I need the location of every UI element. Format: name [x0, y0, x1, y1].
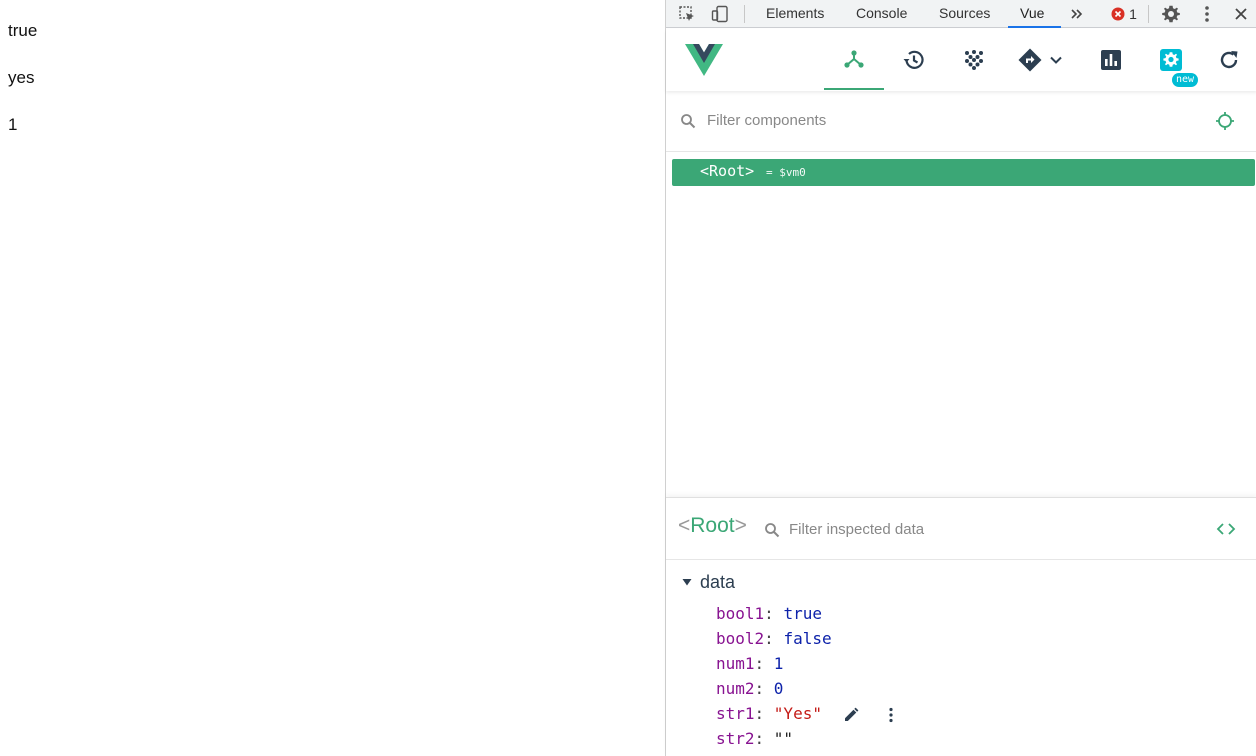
select-component-target-icon[interactable]	[1215, 111, 1235, 131]
page-line-num: 1	[8, 115, 18, 134]
search-icon	[681, 114, 696, 129]
device-toolbar-icon[interactable]	[709, 3, 731, 25]
vuex-store-icon[interactable]	[944, 29, 1004, 90]
error-counter[interactable]: 1	[1106, 3, 1142, 25]
more-actions-icon[interactable]	[882, 706, 900, 724]
router-directions-icon	[1018, 48, 1042, 71]
devtools-panel: Elements Console Sources Vue 1 new Filte…	[665, 0, 1256, 756]
settings-gear-icon[interactable]	[1160, 3, 1182, 25]
performance-chart-icon[interactable]	[1081, 29, 1141, 90]
data-section-toggle[interactable]: data	[682, 570, 735, 594]
filter-inspected-data-input[interactable]: Filter inspected data	[789, 521, 924, 538]
inspector-title: <Root>	[678, 514, 747, 537]
more-tabs-icon[interactable]	[1066, 3, 1088, 25]
components-tab-icon[interactable]	[824, 29, 884, 90]
inspect-dom-code-icon[interactable]	[1216, 521, 1236, 537]
tree-node-root[interactable]: <Root> = $vm0	[672, 159, 1255, 186]
prop-row[interactable]: num2: 0	[716, 677, 783, 701]
refresh-icon[interactable]	[1201, 29, 1256, 90]
root-vm-ref: = $vm0	[766, 166, 806, 179]
prop-row[interactable]: num1: 1	[716, 652, 783, 676]
tabbar-divider-2	[1148, 5, 1149, 23]
filter-components-input[interactable]: Filter components	[707, 112, 826, 129]
prop-row[interactable]: bool1: true	[716, 602, 822, 626]
inspect-element-icon[interactable]	[676, 3, 698, 25]
vue-logo	[674, 29, 734, 90]
kebab-menu-icon[interactable]	[1196, 3, 1218, 25]
router-dropdown[interactable]	[1006, 29, 1074, 90]
prop-row[interactable]: bool2: false	[716, 627, 832, 651]
inspector-pane: <Root> Filter inspected data data bool1:…	[666, 497, 1256, 756]
component-filter[interactable]: Filter components	[666, 98, 1256, 152]
tab-elements[interactable]: Elements	[754, 0, 836, 28]
close-devtools-icon[interactable]	[1230, 3, 1252, 25]
page-line-str: yes	[8, 68, 35, 87]
tabbar-divider	[744, 5, 745, 23]
prop-row[interactable]: str1: "Yes"	[716, 702, 900, 726]
error-icon	[1111, 7, 1125, 21]
search-icon	[765, 523, 780, 538]
page-line-bool: true	[8, 21, 38, 40]
tab-console[interactable]: Console	[844, 0, 919, 28]
chevron-down-icon	[1050, 56, 1062, 64]
page-content: true yes 1	[0, 0, 665, 756]
edit-pencil-icon[interactable]	[842, 706, 860, 724]
data-section-label: data	[700, 571, 736, 592]
error-count: 1	[1129, 6, 1137, 22]
tab-vue[interactable]: Vue	[1008, 0, 1061, 28]
devtools-tabbar: Elements Console Sources Vue 1	[666, 0, 1256, 28]
root-tag: <Root>	[700, 162, 755, 180]
new-badge: new	[1172, 73, 1199, 87]
caret-down-icon	[682, 579, 692, 586]
tab-sources[interactable]: Sources	[927, 0, 1002, 28]
inspector-header: <Root> Filter inspected data	[666, 498, 1256, 560]
timeline-history-icon[interactable]	[884, 29, 944, 90]
vue-toolbar: new	[666, 29, 1256, 91]
prop-row[interactable]: str2: ""	[716, 727, 793, 751]
